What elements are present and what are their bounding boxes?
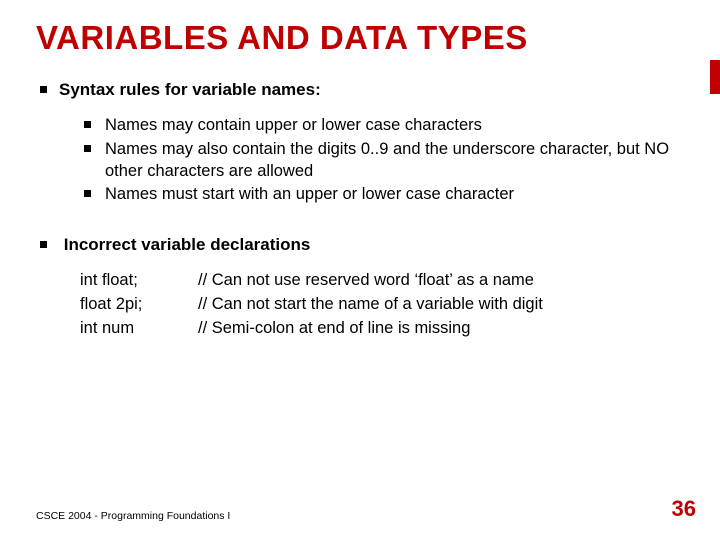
code-row: float 2pi; // Can not start the name of … (80, 293, 684, 317)
square-bullet-icon (40, 241, 47, 248)
square-bullet-icon (84, 190, 91, 197)
page-number: 36 (672, 496, 696, 522)
square-bullet-icon (84, 121, 91, 128)
slide-title: VARIABLES AND DATA TYPES (36, 20, 684, 56)
slide: VARIABLES AND DATA TYPES Syntax rules fo… (0, 0, 720, 540)
list-item: Names may contain upper or lower case ch… (84, 114, 684, 136)
section-heading-syntax: Syntax rules for variable names: (36, 80, 684, 100)
footer-course: CSCE 2004 - Programming Foundations I (36, 510, 230, 522)
square-bullet-icon (40, 86, 47, 93)
accent-bar (710, 60, 720, 94)
square-bullet-icon (84, 145, 91, 152)
list-item-text: Names may also contain the digits 0..9 a… (105, 138, 684, 183)
code-declaration: int num (80, 317, 198, 341)
section-heading-text: Incorrect variable declarations (64, 235, 311, 254)
section-heading-incorrect: Incorrect variable declarations (36, 235, 684, 255)
code-examples: int float; // Can not use reserved word … (80, 269, 684, 341)
list-item-text: Names must start with an upper or lower … (105, 183, 514, 205)
code-declaration: float 2pi; (80, 293, 198, 317)
list-item: Names may also contain the digits 0..9 a… (84, 138, 684, 183)
code-comment: // Can not use reserved word ‘float’ as … (198, 269, 684, 293)
code-comment: // Semi-colon at end of line is missing (198, 317, 684, 341)
code-declaration: int float; (80, 269, 198, 293)
code-row: int float; // Can not use reserved word … (80, 269, 684, 293)
code-row: int num // Semi-colon at end of line is … (80, 317, 684, 341)
list-item-text: Names may contain upper or lower case ch… (105, 114, 482, 136)
list-item: Names must start with an upper or lower … (84, 183, 684, 205)
section-heading-text: Syntax rules for variable names: (59, 80, 321, 99)
code-comment: // Can not start the name of a variable … (198, 293, 684, 317)
footer: CSCE 2004 - Programming Foundations I 36 (36, 496, 696, 522)
syntax-rules-list: Names may contain upper or lower case ch… (84, 114, 684, 205)
